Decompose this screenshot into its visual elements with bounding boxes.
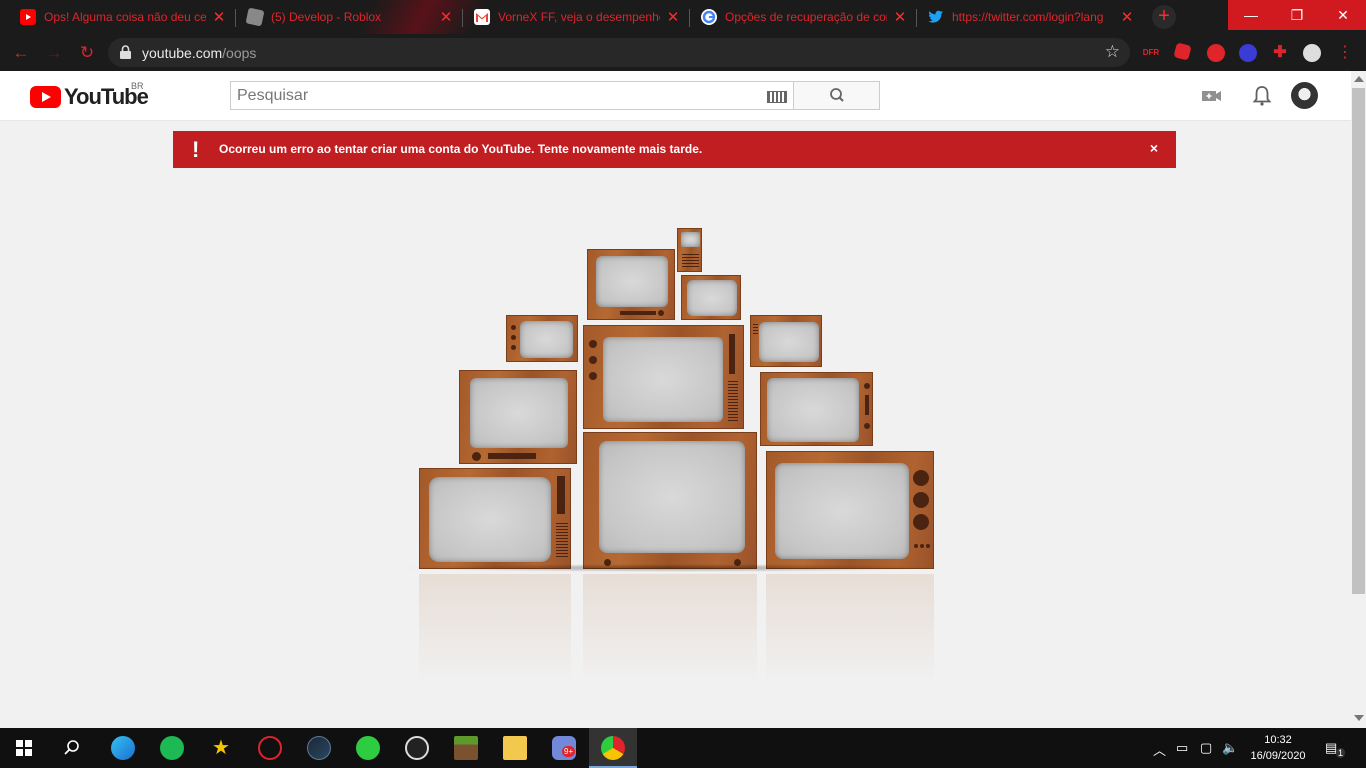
discord-icon[interactable]: 9+ (552, 736, 576, 760)
tv-set (760, 372, 873, 446)
file-explorer-icon[interactable] (503, 736, 527, 760)
forward-arrow-icon[interactable]: → (43, 42, 65, 64)
restore-button[interactable]: ❐ (1274, 0, 1320, 30)
discord-notification-badge: 9+ (562, 746, 576, 757)
tab-roblox-develop[interactable]: (5) Develop - Roblox ✕ (227, 0, 463, 34)
tab-title: Ops! Alguma coisa não deu certo (44, 10, 206, 24)
url-path: /oops (222, 45, 257, 61)
search-icon[interactable] (63, 739, 81, 757)
stop-extension-icon[interactable] (1207, 44, 1225, 62)
tv-set (587, 249, 675, 320)
scroll-down-arrow-icon[interactable] (1354, 715, 1364, 721)
minimize-button[interactable]: — (1228, 0, 1274, 30)
network-icon[interactable]: ▢ (1200, 740, 1212, 756)
tv-set (419, 468, 571, 569)
address-bar[interactable]: youtube.com/oops ☆ (108, 38, 1130, 67)
battery-icon[interactable]: ▭ (1176, 740, 1188, 756)
gmail-icon (474, 9, 490, 25)
eye-extension-icon[interactable] (1239, 44, 1257, 62)
tab-title: VorneX FF, veja o desempenho (498, 10, 660, 24)
country-code: BR (131, 81, 144, 91)
error-alert-banner: ! Ocorreu um erro ao tentar criar uma co… (173, 131, 1176, 168)
tv-set (459, 370, 577, 464)
new-tab-button[interactable]: + (1152, 5, 1176, 29)
youtube-icon (20, 9, 36, 25)
volume-icon[interactable]: 🔈 (1222, 740, 1238, 756)
notifications-bell-icon[interactable] (1250, 84, 1274, 108)
tv-set (750, 315, 822, 367)
tab-twitter-login[interactable]: https://twitter.com/login?lang ✕ (908, 0, 1144, 34)
url-text: youtube.com/oops (142, 45, 256, 61)
tv-set (677, 228, 702, 272)
scrollbar-thumb[interactable] (1352, 88, 1365, 594)
error-message: Ocorreu um erro ao tentar criar uma cont… (219, 142, 703, 156)
tv-set (506, 315, 578, 362)
tab-youtube-oops[interactable]: Ops! Alguma coisa não deu certo ✕ (0, 0, 236, 34)
windows-taskbar: ★ 9+ ︿ ▭ ▢ 🔈 10:32 16/09/2020 ▤ 1 (0, 728, 1366, 768)
bookmark-star-icon[interactable]: ☆ (1105, 42, 1120, 62)
tab-google-recovery[interactable]: Opções de recuperação de conta ✕ (681, 0, 917, 34)
tv-set (583, 325, 744, 429)
spotify-icon[interactable] (160, 736, 184, 760)
tab-title: Opções de recuperação de conta (725, 10, 887, 24)
clock-date: 16/09/2020 (1250, 750, 1306, 762)
tab-close-icon[interactable]: ✕ (893, 8, 907, 26)
search-icon (830, 88, 844, 102)
search-button[interactable] (793, 81, 880, 110)
tv-set (583, 432, 757, 569)
obs-studio-icon[interactable] (405, 736, 429, 760)
tv-reflection (766, 574, 934, 684)
youtube-play-icon (30, 86, 61, 108)
star-app-icon[interactable]: ★ (209, 736, 233, 760)
profile-avatar-icon[interactable] (1303, 44, 1321, 62)
tab-gmail[interactable]: VorneX FF, veja o desempenho ✕ (454, 0, 690, 34)
youtube-logo[interactable]: YouTube BR (30, 81, 149, 110)
tv-reflection (419, 574, 571, 684)
tv-reflection (583, 574, 757, 684)
tab-close-icon[interactable]: ✕ (439, 8, 453, 26)
edge-browser-icon[interactable] (111, 736, 135, 760)
menu-dots-icon[interactable]: ⋮ (1334, 42, 1356, 64)
tab-title: https://twitter.com/login?lang (952, 10, 1104, 24)
upload-video-icon[interactable] (1200, 84, 1224, 108)
tab-close-icon[interactable]: ✕ (666, 8, 680, 26)
minecraft-icon[interactable] (454, 736, 478, 760)
tab-close-icon[interactable]: ✕ (212, 8, 226, 26)
tab-title: (5) Develop - Roblox (271, 10, 382, 24)
dismiss-alert-icon[interactable]: × (1150, 140, 1158, 156)
chrome-icon[interactable] (601, 736, 625, 760)
show-hidden-icons-chevron-icon[interactable]: ︿ (1153, 740, 1166, 759)
puzzle-extension-icon[interactable]: ✚ (1271, 44, 1289, 62)
back-arrow-icon[interactable]: ← (10, 42, 32, 64)
alert-icon: ! (192, 137, 200, 162)
search-input[interactable] (231, 82, 751, 109)
google-icon (701, 9, 717, 25)
tab-close-icon[interactable]: ✕ (1120, 8, 1134, 26)
antivirus-icon[interactable] (258, 736, 282, 760)
roblox-extension-icon[interactable] (1173, 42, 1192, 61)
close-window-button[interactable]: ✕ (1320, 0, 1366, 30)
reload-icon[interactable]: ↻ (76, 42, 98, 64)
keyboard-icon[interactable] (767, 91, 787, 103)
clock-time: 10:32 (1264, 734, 1292, 746)
tv-set (681, 275, 741, 320)
dfr-extension-icon[interactable]: DFR (1142, 44, 1160, 62)
windows-start-icon[interactable] (16, 740, 32, 756)
twitter-icon (928, 9, 944, 25)
lock-icon (120, 45, 131, 59)
account-avatar[interactable] (1291, 82, 1318, 109)
url-host: youtube.com (142, 45, 223, 61)
notification-count: 1 (1336, 748, 1346, 758)
tv-shelf-shadow (400, 564, 948, 572)
browser-toolbar: ← → ↻ youtube.com/oops ☆ DFR ✚ ⋮ (0, 34, 1366, 71)
scroll-up-arrow-icon[interactable] (1354, 76, 1364, 82)
browser-tab-strip: Ops! Alguma coisa não deu certo ✕ (5) De… (0, 0, 1366, 34)
system-clock[interactable]: 10:32 16/09/2020 (1248, 732, 1308, 764)
steam-icon[interactable] (307, 736, 331, 760)
razer-cortex-icon[interactable] (356, 736, 380, 760)
tv-set (766, 451, 934, 569)
roblox-icon (245, 7, 265, 27)
youtube-header: YouTube BR (0, 71, 1351, 121)
search-box (230, 81, 794, 110)
